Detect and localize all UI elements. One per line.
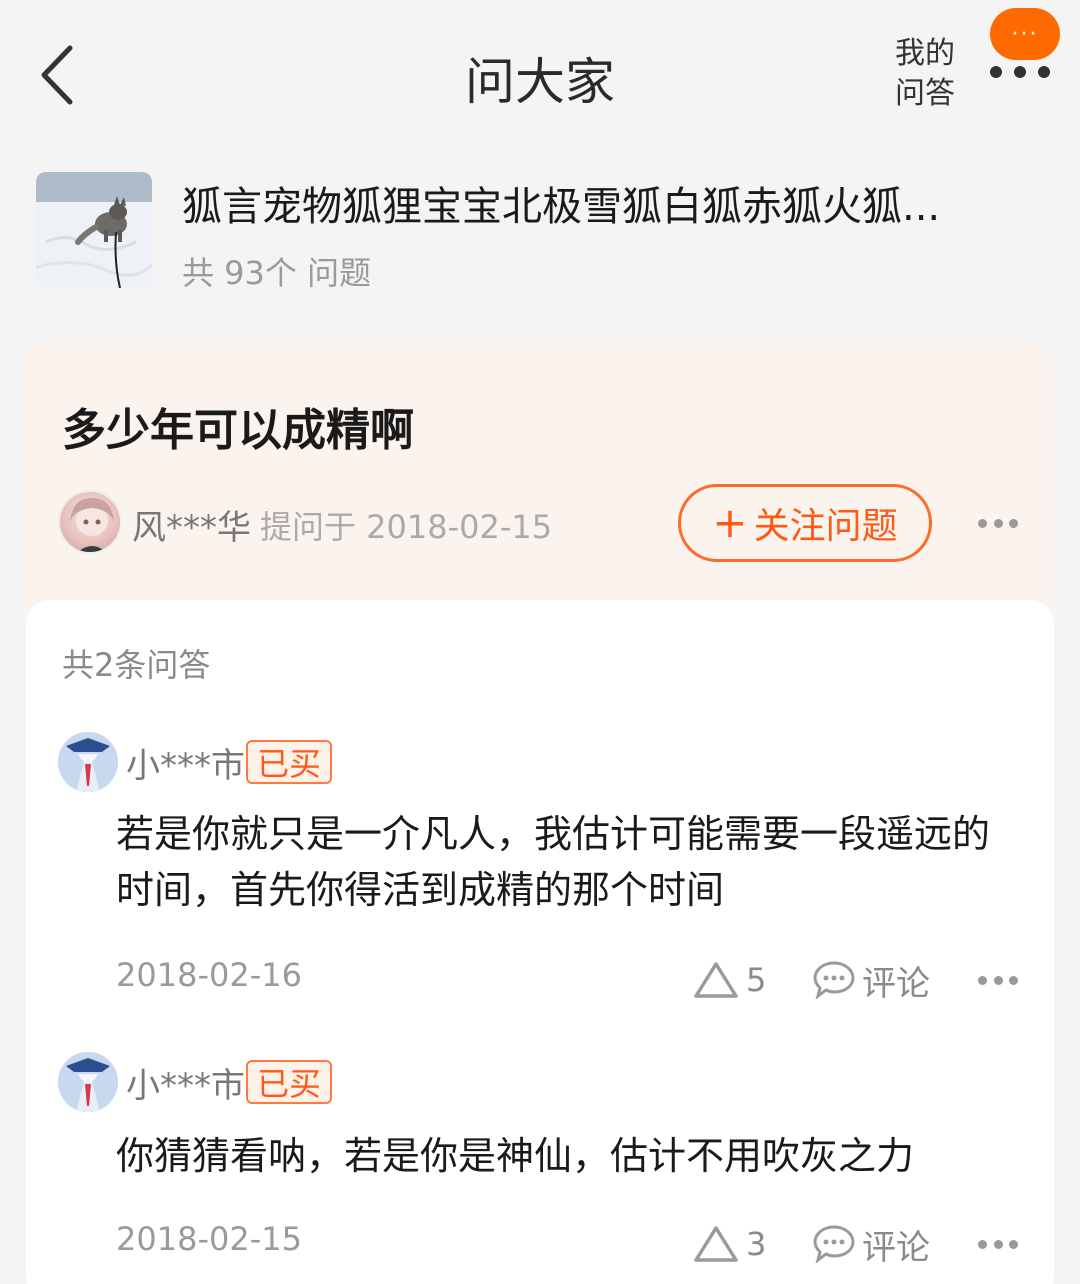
asked-date: 提问于 2018-02-15 — [260, 508, 553, 546]
fox-in-snow-image — [36, 172, 152, 288]
more-dot-icon — [1009, 975, 1018, 985]
comment-button[interactable]: 评论 — [812, 1222, 930, 1268]
answer-more-button[interactable] — [978, 1234, 1018, 1254]
comment-label: 评论 — [862, 1227, 930, 1268]
comment-label: 评论 — [862, 963, 930, 1004]
more-dot-icon — [993, 975, 1003, 985]
answer-more-button[interactable] — [978, 970, 1018, 990]
question-count: 共 93个 问题 — [182, 254, 372, 292]
more-dot-icon — [990, 66, 1002, 78]
more-dot-icon — [1009, 518, 1018, 528]
avatar — [58, 1052, 118, 1112]
avatar — [58, 732, 118, 792]
more-dot-icon — [978, 518, 987, 528]
more-dot-icon — [993, 518, 1003, 528]
more-dot-icon — [993, 1239, 1003, 1249]
answer-text: 你猜猜看呐，若是你是神仙，估计不用吹灰之力 — [116, 1134, 915, 1178]
answer-user-name: 小***市 — [126, 1066, 245, 1106]
follow-question-label: 关注问题 — [753, 506, 898, 547]
follow-question-button[interactable]: + 关注问题 — [678, 484, 932, 562]
triangle-like-icon — [694, 962, 738, 998]
more-dot-icon — [1038, 66, 1050, 78]
comment-button[interactable]: 评论 — [812, 958, 930, 1004]
product-summary[interactable]: 狐言宠物狐狸宝宝北极雪狐白狐赤狐火狐... 共 93个 问题 — [36, 172, 1046, 292]
question-card: 多少年可以成精啊 风***华 提问于 2018-02-15 + 关注问题 — [26, 340, 1054, 640]
speech-bubble-icon — [813, 961, 855, 1000]
like-count: 5 — [746, 961, 767, 999]
question-title: 多少年可以成精啊 — [62, 405, 414, 456]
bought-badge: 已买 — [246, 740, 332, 784]
my-qa-button[interactable]: 我的 问答 — [890, 34, 960, 114]
asker-info: 风***华 提问于 2018-02-15 — [58, 490, 658, 556]
answer-text: 若是你就只是一介凡人，我估计可能需要一段遥远的时间，首先你得活到成精的那个时间 — [116, 812, 991, 912]
message-badge[interactable]: ··· — [990, 8, 1060, 60]
triangle-like-icon — [694, 1226, 738, 1262]
bought-badge: 已买 — [246, 1060, 332, 1104]
like-button[interactable]: 3 — [692, 1222, 766, 1266]
like-button[interactable]: 5 — [692, 958, 766, 1002]
asker-name: 风***华 — [132, 508, 251, 548]
my-qa-label-line1: 我的 — [895, 36, 955, 71]
more-dot-icon — [1009, 1239, 1018, 1249]
speech-bubble-icon — [813, 1225, 855, 1264]
product-name: 狐言宠物狐狸宝宝北极雪狐白狐赤狐火狐... — [182, 184, 941, 230]
more-dot-icon — [1014, 66, 1026, 78]
avatar — [58, 490, 122, 554]
my-qa-label-line2: 问答 — [895, 76, 955, 111]
answer-date: 2018-02-16 — [116, 956, 302, 994]
answer-item: 小***市 已买 你猜猜看呐，若是你是神仙，估计不用吹灰之力 2018-02-1… — [26, 1050, 1054, 1284]
more-dot-icon — [978, 1239, 987, 1249]
answer-date: 2018-02-15 — [116, 1220, 302, 1258]
question-more-button[interactable] — [978, 513, 1018, 533]
answer-user-name: 小***市 — [126, 746, 245, 786]
plus-icon: + — [712, 498, 748, 547]
answer-item: 小***市 已买 若是你就只是一介凡人，我估计可能需要一段遥远的时间，首先你得活… — [26, 730, 1054, 1020]
top-nav-bar: 问大家 我的 问答 ··· — [0, 0, 1080, 150]
answers-card: 共2条问答 小***市 已买 若是你就只是一介凡人，我估计可能需要一段遥远的时间… — [26, 600, 1054, 1284]
like-count: 3 — [746, 1225, 767, 1263]
more-dot-icon — [978, 975, 987, 985]
more-menu-button[interactable] — [990, 60, 1050, 84]
answers-count: 共2条问答 — [62, 646, 211, 684]
product-thumbnail — [36, 172, 152, 288]
